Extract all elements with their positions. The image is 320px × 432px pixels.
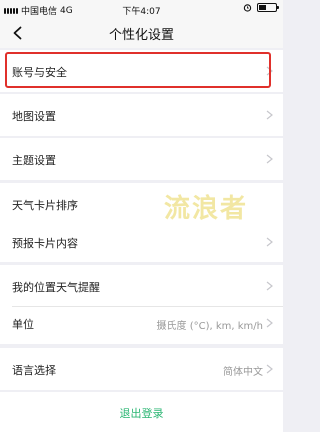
setting-label: 单位 [12,318,34,331]
setting-language[interactable]: 语言选择 简体中文 [0,348,283,390]
chevron-right-icon [266,237,273,247]
setting-label: 主题设置 [12,154,56,167]
chevron-right-icon [266,110,273,120]
setting-location-weather-alert[interactable]: 我的位置天气提醒 [0,265,283,307]
logout-button[interactable]: 退出登录 [0,392,283,432]
setting-account-security[interactable]: 账号与安全 [0,50,283,92]
chevron-right-icon [266,318,273,328]
page-title: 个性化设置 [108,28,174,43]
setting-map[interactable]: 地图设置 [0,94,283,136]
setting-theme[interactable]: 主题设置 [0,138,283,180]
setting-label: 我的位置天气提醒 [12,281,100,294]
setting-label: 地图设置 [12,110,56,123]
divider [12,306,283,307]
chevron-right-icon [266,364,273,374]
nav-bar: 个性化设置 [0,18,283,48]
watermark: 流浪者 [164,194,249,224]
setting-label: 账号与安全 [12,66,67,79]
chevron-right-icon [266,66,273,76]
setting-value: 摄氏度 (°C), km, km/h [156,321,263,332]
chevron-right-icon [266,281,273,291]
alarm-icon [243,4,252,12]
status-bar: 中国电信 4G 下午4:07 [0,0,283,18]
battery-icon [257,3,279,12]
status-right [243,3,279,12]
setting-label: 预报卡片内容 [12,237,78,250]
setting-label: 语言选择 [12,364,56,377]
setting-label: 天气卡片排序 [12,199,78,212]
setting-forecast-card-content[interactable]: 预报卡片内容 [0,222,283,262]
setting-units[interactable]: 单位 摄氏度 (°C), km, km/h [0,304,283,344]
chevron-right-icon [266,154,273,164]
logout-label: 退出登录 [119,407,164,420]
battery-fill [259,5,267,10]
setting-value: 简体中文 [223,367,263,378]
status-time: 下午4:07 [122,7,161,17]
